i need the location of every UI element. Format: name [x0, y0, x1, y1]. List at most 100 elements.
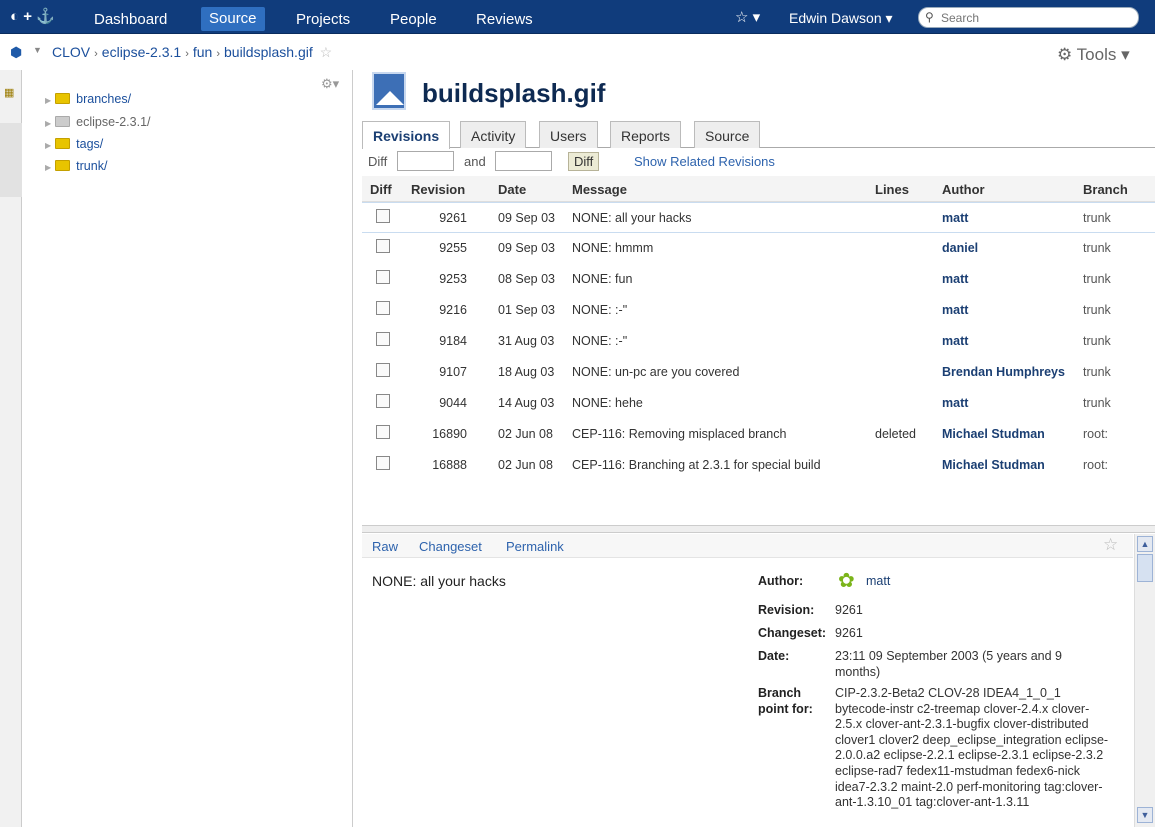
table-row[interactable]: 9255 09 Sep 03 NONE: hmmm daniel trunk: [362, 233, 1155, 264]
expand-triangle-icon[interactable]: ▶: [45, 163, 51, 172]
author-cell[interactable]: Michael Studman: [942, 427, 1045, 441]
diff-checkbox[interactable]: [376, 209, 390, 223]
app-logo[interactable]: ◐ + ⚓: [10, 7, 55, 25]
table-row[interactable]: 16888 02 Jun 08 CEP-116: Branching at 2.3.…: [362, 450, 1155, 481]
show-related-revisions-link[interactable]: Show Related Revisions: [634, 154, 775, 169]
changeset-value[interactable]: 9261: [835, 626, 863, 642]
star-icon[interactable]: ☆: [1103, 535, 1118, 555]
author-cell[interactable]: Brendan Humphreys: [942, 365, 1065, 379]
expand-triangle-icon[interactable]: ▶: [45, 141, 51, 150]
diff-checkbox[interactable]: [376, 270, 390, 284]
permalink-link[interactable]: Permalink: [506, 539, 564, 554]
diff-to-input[interactable]: [495, 151, 552, 171]
favorites-menu-icon[interactable]: ☆ ▾: [735, 8, 760, 26]
nav-projects[interactable]: Projects: [288, 9, 358, 30]
diff-checkbox[interactable]: [376, 332, 390, 346]
nav-dashboard[interactable]: Dashboard: [86, 9, 175, 30]
tab-activity[interactable]: Activity: [460, 121, 527, 148]
left-strip-handle[interactable]: [0, 123, 22, 197]
user-menu[interactable]: Edwin Dawson ▾: [789, 10, 893, 27]
author-cell[interactable]: matt: [942, 211, 968, 225]
revision-cell[interactable]: 9261: [417, 211, 467, 225]
raw-link[interactable]: Raw: [372, 539, 398, 554]
tree-view-icon[interactable]: ▦: [4, 86, 14, 99]
tab-reports[interactable]: Reports: [610, 121, 682, 148]
diff-from-input[interactable]: [397, 151, 454, 171]
table-row[interactable]: 9044 14 Aug 03 NONE: hehe matt trunk: [362, 388, 1155, 419]
author-cell[interactable]: matt: [942, 272, 968, 286]
branch-cell[interactable]: trunk: [1083, 396, 1111, 410]
branch-point-value[interactable]: CIP-2.3.2-Beta2 CLOV-28 IDEA4_1_0_1 byte…: [835, 686, 1115, 811]
col-revision[interactable]: Revision: [411, 182, 465, 197]
breadcrumb-eclipse[interactable]: eclipse-2.3.1: [102, 44, 181, 60]
diff-checkbox[interactable]: [376, 363, 390, 377]
scroll-up-arrow-icon[interactable]: ▲: [1137, 536, 1153, 552]
branch-cell[interactable]: trunk: [1083, 272, 1111, 286]
author-cell[interactable]: matt: [942, 334, 968, 348]
author-cell[interactable]: daniel: [942, 241, 978, 255]
diff-checkbox[interactable]: [376, 394, 390, 408]
expand-triangle-icon[interactable]: ▶: [45, 96, 51, 105]
table-row[interactable]: 9216 01 Sep 03 NONE: :-" matt trunk: [362, 295, 1155, 326]
branch-cell[interactable]: root:: [1083, 427, 1108, 441]
col-lines[interactable]: Lines: [875, 182, 909, 197]
breadcrumb-clov[interactable]: CLOV: [52, 44, 90, 60]
branch-cell[interactable]: trunk: [1083, 241, 1111, 255]
author-cell[interactable]: Michael Studman: [942, 458, 1045, 472]
branch-cell[interactable]: trunk: [1083, 211, 1111, 225]
diff-checkbox[interactable]: [376, 456, 390, 470]
tab-users[interactable]: Users: [539, 121, 598, 148]
revision-cell[interactable]: 9216: [417, 303, 467, 317]
revision-cell[interactable]: 16890: [417, 427, 467, 441]
revision-cell[interactable]: 9107: [417, 365, 467, 379]
revision-cell[interactable]: 9184: [417, 334, 467, 348]
author-cell[interactable]: matt: [942, 396, 968, 410]
table-row[interactable]: 9107 18 Aug 03 NONE: un-pc are you covered…: [362, 357, 1155, 388]
diff-checkbox[interactable]: [376, 301, 390, 315]
gear-icon[interactable]: ⚙▾: [321, 76, 339, 92]
branch-cell[interactable]: trunk: [1083, 334, 1111, 348]
scroll-down-arrow-icon[interactable]: ▼: [1137, 807, 1153, 823]
breadcrumb-file[interactable]: buildsplash.gif: [224, 44, 313, 60]
tree-item-eclipse[interactable]: ▶ eclipse-2.3.1/: [45, 115, 151, 129]
author-value[interactable]: matt: [866, 574, 890, 590]
col-message[interactable]: Message: [572, 182, 627, 197]
diff-checkbox[interactable]: [376, 425, 390, 439]
tools-menu[interactable]: ⚙ Tools ▾: [1057, 45, 1130, 65]
revision-cell[interactable]: 9255: [417, 241, 467, 255]
diff-checkbox[interactable]: [376, 239, 390, 253]
col-author[interactable]: Author: [942, 182, 985, 197]
tree-item-trunk[interactable]: ▶ trunk/: [45, 159, 107, 173]
author-cell[interactable]: matt: [942, 303, 968, 317]
repository-icon[interactable]: ⬢: [10, 44, 22, 61]
col-date[interactable]: Date: [498, 182, 526, 197]
tree-item-tags[interactable]: ▶ tags/: [45, 137, 103, 151]
star-icon[interactable]: ☆: [320, 44, 333, 60]
table-row[interactable]: 9184 31 Aug 03 NONE: :-" matt trunk: [362, 326, 1155, 357]
table-row[interactable]: 16890 02 Jun 08 CEP-116: Removing misplace…: [362, 419, 1155, 450]
tree-item-branches[interactable]: ▶ branches/: [45, 92, 131, 106]
breadcrumb-fun[interactable]: fun: [193, 44, 212, 60]
col-branch[interactable]: Branch: [1083, 182, 1128, 197]
table-row[interactable]: 9253 08 Sep 03 NONE: fun matt trunk: [362, 264, 1155, 295]
table-row[interactable]: 9261 09 Sep 03 NONE: all your hacks matt tru…: [362, 202, 1155, 233]
expand-triangle-icon[interactable]: ▶: [45, 119, 51, 128]
scroll-thumb[interactable]: [1137, 554, 1153, 582]
detail-scrollbar[interactable]: ▲ ▼: [1134, 534, 1155, 827]
tab-source[interactable]: Source: [694, 121, 761, 148]
diff-button[interactable]: Diff: [568, 152, 600, 171]
revision-cell[interactable]: 9253: [417, 272, 467, 286]
branch-cell[interactable]: root:: [1083, 458, 1108, 472]
branch-cell[interactable]: trunk: [1083, 365, 1111, 379]
search-input[interactable]: [941, 10, 1131, 26]
tab-revisions[interactable]: Revisions: [362, 121, 451, 149]
chevron-down-icon[interactable]: ▼: [33, 45, 42, 55]
revision-cell[interactable]: 9044: [417, 396, 467, 410]
nav-source[interactable]: Source: [201, 7, 265, 31]
nav-reviews[interactable]: Reviews: [468, 9, 541, 30]
changeset-link[interactable]: Changeset: [419, 539, 482, 554]
revision-cell[interactable]: 16888: [417, 458, 467, 472]
nav-people[interactable]: People: [382, 9, 445, 30]
panel-divider[interactable]: [362, 525, 1155, 533]
branch-cell[interactable]: trunk: [1083, 303, 1111, 317]
